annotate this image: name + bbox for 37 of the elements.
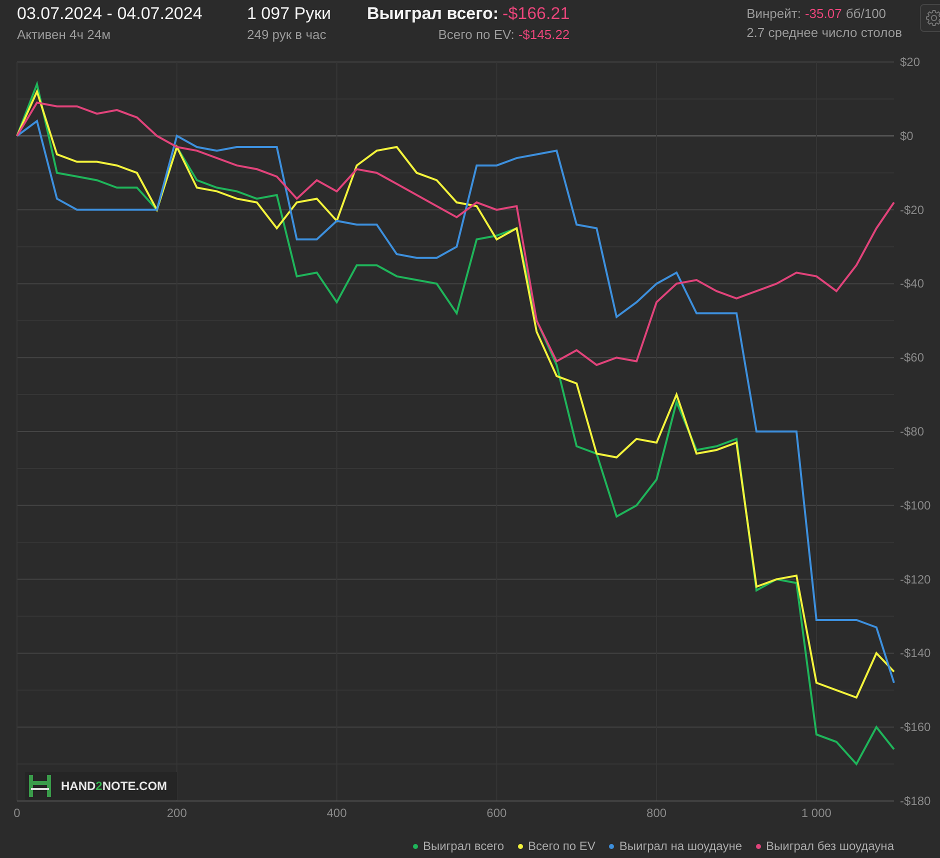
x-tick-label: 0 <box>14 806 20 820</box>
y-tick-label: -$160 <box>900 720 931 734</box>
x-tick-label: 800 <box>646 806 667 820</box>
y-tick-label: -$60 <box>900 350 924 365</box>
won-value: -$166.21 <box>502 4 570 24</box>
y-tick-label: $20 <box>900 55 920 69</box>
average-tables: 2.7 среднее число столов <box>746 25 902 40</box>
winrate-label: Винрейт: <box>746 6 801 21</box>
legend-label: Всего по EV <box>528 839 596 853</box>
date-range: 03.07.2024 - 04.07.2024 <box>17 4 204 24</box>
active-time: Активен 4ч 24м <box>17 27 112 42</box>
x-tick-label: 400 <box>326 806 347 820</box>
winrate-unit: бб/100 <box>846 6 886 21</box>
x-tick-label: 1 000 <box>801 806 832 820</box>
y-tick-label: -$40 <box>900 276 924 291</box>
legend-label: Выиграл на шоудауне <box>619 839 742 853</box>
won-label: Выиграл всего: <box>367 4 499 24</box>
settings-icon <box>925 9 940 27</box>
y-tick-label: -$140 <box>900 646 931 660</box>
y-tick-label: -$20 <box>900 202 924 217</box>
y-tick-label: -$100 <box>900 498 931 512</box>
logo-icon <box>27 774 53 798</box>
y-tick-label: -$120 <box>900 572 931 586</box>
logo-text: HAND2NOTE.COM <box>61 779 168 793</box>
settings-button[interactable] <box>920 4 940 32</box>
legend-label: Выиграл без шоудауна <box>766 839 894 853</box>
y-tick-label: -$80 <box>900 424 924 438</box>
ev-label: Всего по EV: <box>438 27 514 42</box>
y-tick-label: -$180 <box>900 794 931 808</box>
ev-value: -$145.22 <box>518 27 570 42</box>
y-tick-label: $0 <box>900 128 914 143</box>
hands-count: 1 097 Руки <box>247 4 332 24</box>
winrate-value: -35.07 <box>804 6 842 21</box>
x-tick-label: 600 <box>486 806 507 820</box>
hands-per-hour: 249 рук в час <box>247 27 328 42</box>
legend-label: Выиграл всего <box>422 839 504 853</box>
x-tick-label: 200 <box>166 806 187 820</box>
